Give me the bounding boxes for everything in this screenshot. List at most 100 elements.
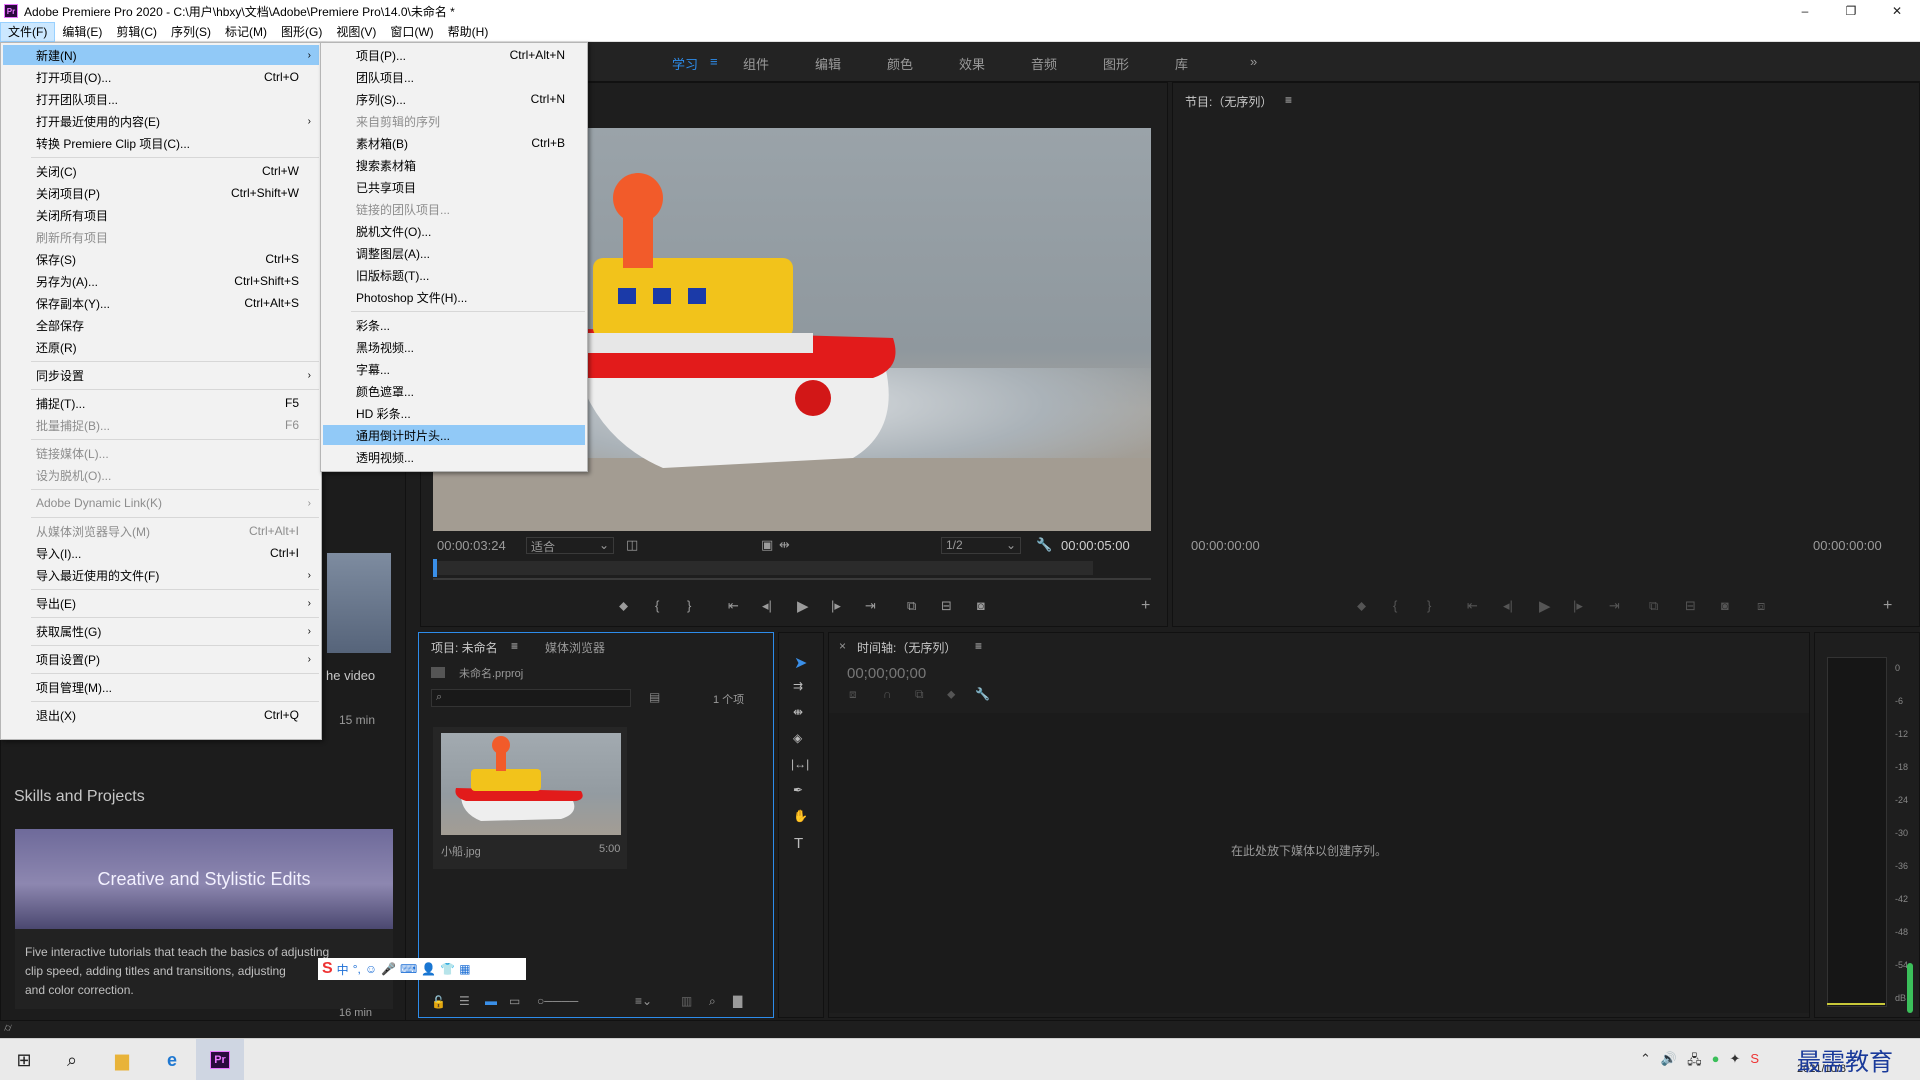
new-bin-icon[interactable]: ▇ <box>733 994 742 1008</box>
selection-tool-icon[interactable]: ➤ <box>794 653 807 673</box>
tab-media-browser[interactable]: 媒体浏览器 <box>545 639 605 656</box>
fit-select[interactable]: 适合 ⌄ <box>526 537 614 554</box>
step-forward-icon[interactable]: |▸ <box>831 598 841 614</box>
play-icon[interactable]: ▶ <box>797 597 809 615</box>
mark-in-icon[interactable]: { <box>1393 598 1397 613</box>
premiere-taskbar-icon[interactable]: Pr <box>196 1039 244 1080</box>
hand-tool-icon[interactable]: ✋ <box>793 809 808 823</box>
program-current-timecode[interactable]: 00:00:00:00 <box>1191 538 1260 553</box>
menu-markers[interactable]: 标记(M) <box>218 22 274 42</box>
ime-skin-icon[interactable]: 👕 <box>440 962 455 976</box>
zoom-slider[interactable]: ○──── <box>537 994 578 1008</box>
start-button[interactable]: ⊞ <box>0 1039 48 1080</box>
compare-icon[interactable]: ⧈ <box>1757 598 1765 614</box>
submenu-item-sequence-from-clip[interactable]: 来自剪辑的序列 <box>323 111 585 131</box>
workspace-tab-audio[interactable]: 音频 <box>1031 54 1057 73</box>
maximize-button[interactable]: ❐ <box>1828 0 1874 22</box>
search-icon[interactable]: ⌕ <box>48 1039 96 1080</box>
menu-view[interactable]: 视图(V) <box>329 22 383 42</box>
sogou-logo-icon[interactable]: S <box>322 960 333 978</box>
menu-item-import-media-browser[interactable]: 从媒体浏览器导入(M) Ctrl+Alt+I <box>3 521 319 541</box>
chevron-up-icon[interactable]: ⌃ <box>1640 1051 1651 1073</box>
automate-icon[interactable]: ▥ <box>681 994 692 1008</box>
menu-item-import-recent[interactable]: 导入最近使用的文件(F) › <box>3 565 319 585</box>
mark-out-icon[interactable]: } <box>1427 598 1431 613</box>
menu-item-link-media[interactable]: 链接媒体(L)... <box>3 443 319 463</box>
volume-icon[interactable]: 🔊 <box>1661 1051 1677 1073</box>
export-frame-icon[interactable]: ▣ <box>761 537 773 553</box>
menu-item-close-project[interactable]: 关闭项目(P) Ctrl+Shift+W <box>3 183 319 203</box>
menu-item-make-offline[interactable]: 设为脱机(O)... <box>3 465 319 485</box>
network-icon[interactable]: 🖧 <box>1687 1051 1702 1073</box>
menu-help[interactable]: 帮助(H) <box>441 22 496 42</box>
workspace-tab-effects[interactable]: 效果 <box>959 54 985 73</box>
type-tool-icon[interactable]: T <box>794 835 803 852</box>
menu-item-dynamic-link[interactable]: Adobe Dynamic Link(K) › <box>3 493 319 513</box>
menu-item-open-project[interactable]: 打开项目(O)... Ctrl+O <box>3 67 319 87</box>
menu-sequence[interactable]: 序列(S) <box>164 22 218 42</box>
add-marker-icon[interactable]: ⬥ <box>1357 598 1366 614</box>
project-menu-icon[interactable]: ≡ <box>511 639 518 653</box>
step-back-icon[interactable]: ◂| <box>762 598 772 614</box>
mark-out-icon[interactable]: } <box>687 598 691 613</box>
slip-tool-icon[interactable]: |↔| <box>791 757 809 771</box>
sort-icon[interactable]: ≡⌄ <box>635 994 652 1008</box>
overwrite-icon[interactable]: ⊟ <box>941 598 952 614</box>
workspace-tab-libraries[interactable]: 库 <box>1175 54 1188 73</box>
source-time-ruler[interactable] <box>433 561 1093 575</box>
menu-item-convert-clip[interactable]: 转换 Premiere Clip 项目(C)... <box>3 133 319 153</box>
go-to-out-icon[interactable]: ⇥ <box>865 598 876 614</box>
add-marker-icon[interactable]: ⬥ <box>947 687 955 702</box>
menu-item-project-manager[interactable]: 项目管理(M)... <box>3 677 319 697</box>
timeline-tracks-area[interactable] <box>829 713 1809 1013</box>
submenu-item-color-matte[interactable]: 颜色遮罩... <box>323 381 585 401</box>
ime-user-icon[interactable]: 👤 <box>421 962 436 976</box>
menu-item-revert[interactable]: 还原(R) <box>3 337 319 357</box>
new-bin-icon[interactable]: ▤ <box>649 690 660 704</box>
menu-edit[interactable]: 编辑(E) <box>55 22 109 42</box>
menu-item-import[interactable]: 导入(I)... Ctrl+I <box>3 543 319 563</box>
submenu-item-countdown-leader[interactable]: 通用倒计时片头... <box>323 425 585 445</box>
freeform-view-icon[interactable]: ▭ <box>509 994 520 1008</box>
menu-item-save[interactable]: 保存(S) Ctrl+S <box>3 249 319 269</box>
workspace-tab-editing[interactable]: 编辑 <box>815 54 841 73</box>
insert-icon[interactable]: ⧉ <box>907 598 916 614</box>
ime-chinese-toggle[interactable]: 中 <box>337 961 349 978</box>
submenu-item-project[interactable]: 项目(P)... Ctrl+Alt+N <box>323 45 585 65</box>
workspace-tab-assembly[interactable]: 组件 <box>743 54 769 73</box>
search-input[interactable]: ⌕ <box>431 689 631 707</box>
track-select-tool-icon[interactable]: ⇉ <box>793 679 803 693</box>
ripple-edit-tool-icon[interactable]: ⇼ <box>793 705 803 719</box>
menu-graphics[interactable]: 图形(G) <box>274 22 329 42</box>
submenu-item-linked-team-project[interactable]: 链接的团队项目... <box>323 199 585 219</box>
submenu-item-captions[interactable]: 字幕... <box>323 359 585 379</box>
submenu-item-bin[interactable]: 素材箱(B) Ctrl+B <box>323 133 585 153</box>
add-button-icon[interactable]: + <box>1141 597 1150 615</box>
menu-item-batch-capture[interactable]: 批量捕捉(B)... F6 <box>3 415 319 435</box>
mark-in-icon[interactable]: { <box>655 598 659 613</box>
find-icon[interactable]: ⌕ <box>709 994 716 1009</box>
resolution-select[interactable]: 1/2 ⌄ <box>941 537 1021 554</box>
ime-keyboard-icon[interactable]: ⌨ <box>400 962 417 976</box>
submenu-item-hd-bars[interactable]: HD 彩条... <box>323 403 585 423</box>
menu-item-new[interactable]: 新建(N) › <box>3 45 319 65</box>
playhead[interactable] <box>433 559 437 577</box>
icon-view-icon[interactable]: ▬ <box>485 994 497 1008</box>
go-to-in-icon[interactable]: ⇤ <box>1467 598 1478 614</box>
ime-punctuation[interactable]: °, <box>353 962 361 976</box>
pen-tool-icon[interactable]: ✒ <box>793 783 803 797</box>
step-back-icon[interactable]: ◂| <box>1503 598 1513 614</box>
camera-icon[interactable]: ◙ <box>977 598 985 613</box>
menu-item-close[interactable]: 关闭(C) Ctrl+W <box>3 161 319 181</box>
submenu-item-photoshop-file[interactable]: Photoshop 文件(H)... <box>323 287 585 307</box>
lock-icon[interactable]: 🔓 <box>431 995 446 1009</box>
tab-project[interactable]: 项目: 未命名 <box>431 639 498 656</box>
submenu-item-shared-project[interactable]: 已共享项目 <box>323 177 585 197</box>
submenu-item-transparent-video[interactable]: 透明视频... <box>323 447 585 467</box>
meter-scrollbar[interactable] <box>1907 963 1913 1013</box>
menu-item-save-copy[interactable]: 保存副本(Y)... Ctrl+Alt+S <box>3 293 319 313</box>
razor-tool-icon[interactable]: ◈ <box>793 731 802 745</box>
menu-item-exit[interactable]: 退出(X) Ctrl+Q <box>3 705 319 725</box>
tutorial-thumbnail[interactable] <box>327 553 391 653</box>
workspace-menu-icon[interactable]: ≡ <box>710 54 718 69</box>
